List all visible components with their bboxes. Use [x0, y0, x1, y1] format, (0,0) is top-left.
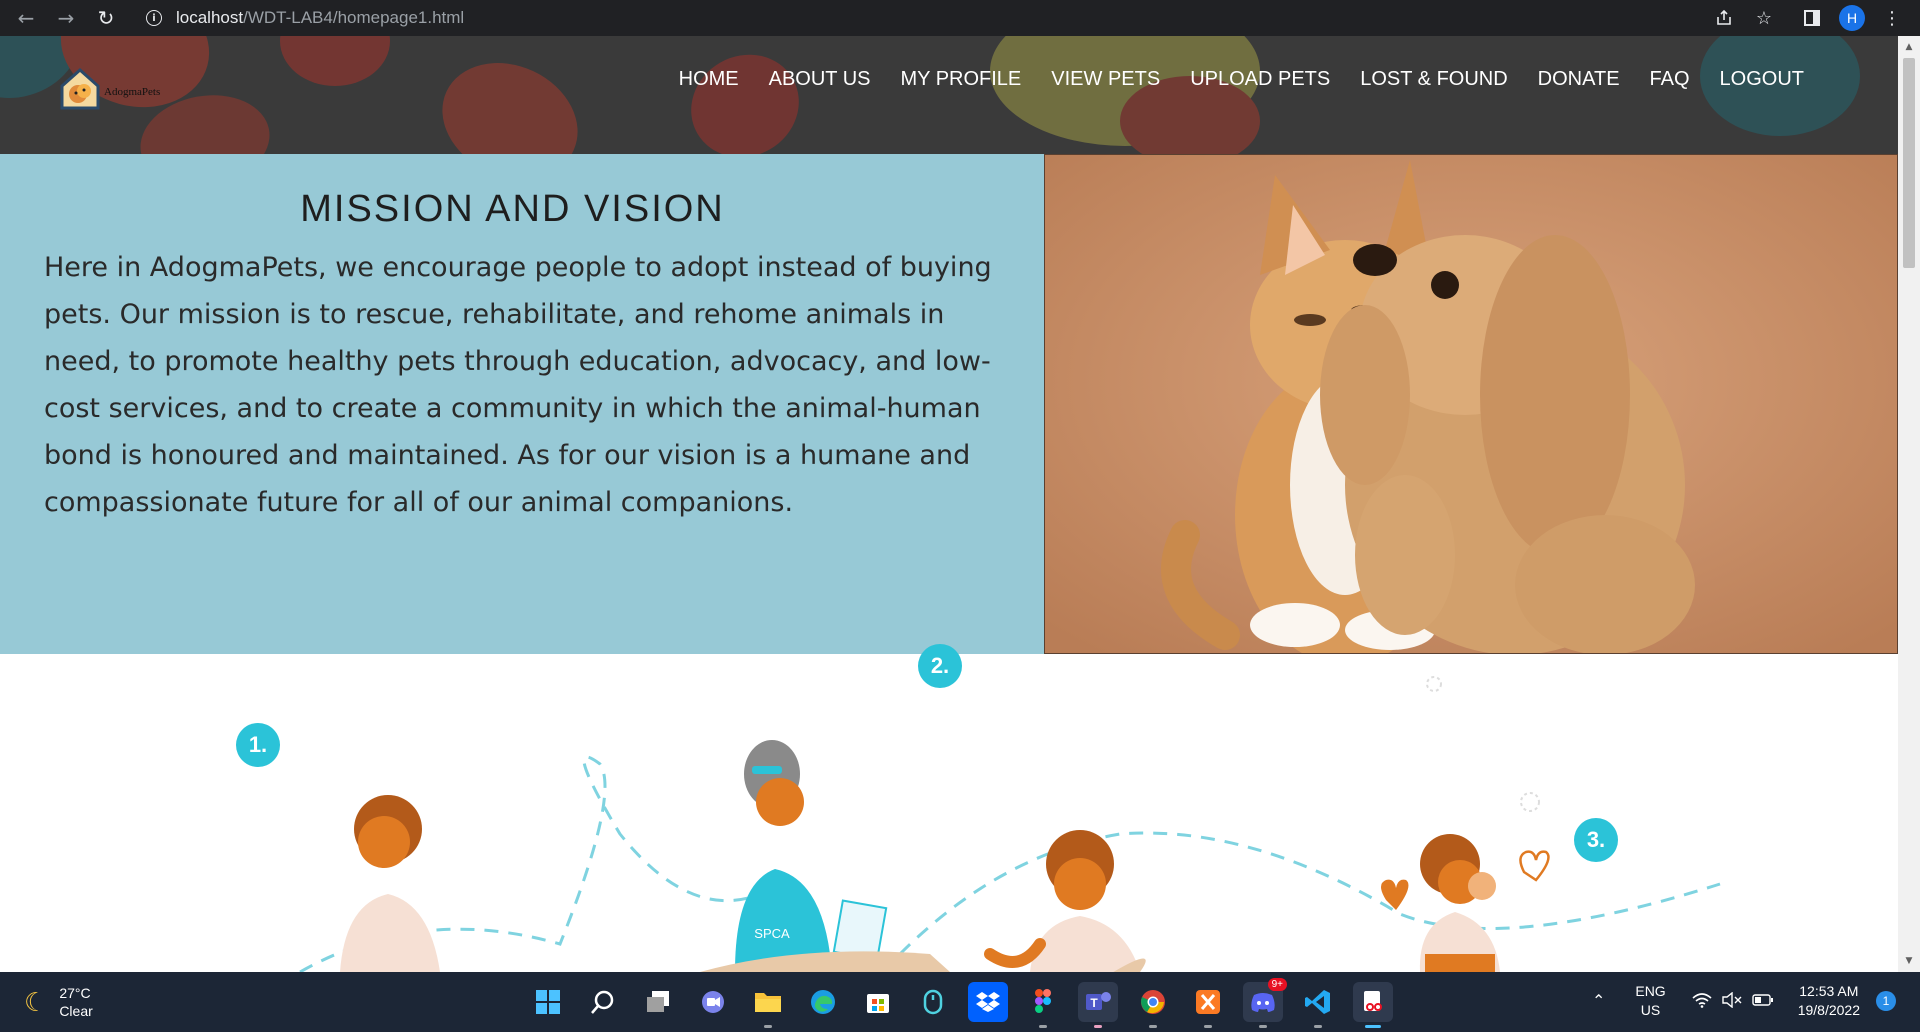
discord-icon[interactable]: 9+: [1243, 978, 1287, 1028]
svg-text:T: T: [1090, 996, 1098, 1010]
side-panel-icon[interactable]: [1800, 6, 1824, 30]
clock-time: 12:53 AM: [1799, 983, 1859, 999]
system-clock[interactable]: 12:53 AM 19/8/2022: [1798, 982, 1860, 1020]
url-host: localhost: [176, 8, 244, 27]
taskbar-apps: T 9+: [528, 978, 1393, 1028]
step-3-badge: 3.: [1574, 818, 1618, 862]
nav-faq[interactable]: FAQ: [1650, 68, 1690, 91]
browser-toolbar: ← → ↻ i localhost/WDT-LAB4/homepage1.htm…: [0, 0, 1920, 36]
profile-initial: H: [1839, 5, 1865, 31]
profile-avatar[interactable]: H: [1838, 5, 1866, 31]
search-icon[interactable]: [583, 982, 623, 1022]
start-windows-icon[interactable]: [528, 982, 568, 1022]
site-logo[interactable]: AdogmaPets: [58, 66, 160, 110]
main-nav: HOME ABOUT US MY PROFILE VIEW PETS UPLOA…: [649, 68, 1804, 91]
running-indicator: [1204, 1025, 1212, 1028]
site-info-icon[interactable]: i: [146, 10, 162, 26]
address-bar[interactable]: i localhost/WDT-LAB4/homepage1.html: [136, 4, 1696, 32]
clock-date: 19/8/2022: [1797, 1002, 1860, 1018]
site-header: AdogmaPets HOME ABOUT US MY PROFILE VIEW…: [0, 36, 1898, 154]
battery-icon[interactable]: [1752, 993, 1774, 1010]
weather-description: Clear: [59, 1003, 93, 1019]
nav-logout[interactable]: LOGOUT: [1720, 68, 1804, 91]
running-indicator: [1039, 1025, 1047, 1028]
weather-temperature: 27°C: [59, 985, 91, 1001]
windows-taskbar: ☾ 27°C Clear T 9+ ⌃ ENG US 12:53 AM 19/8…: [0, 972, 1920, 1032]
share-icon[interactable]: [1712, 6, 1736, 30]
running-indicator: [764, 1025, 772, 1028]
nav-my-profile[interactable]: MY PROFILE: [901, 68, 1022, 91]
nav-lost-found[interactable]: LOST & FOUND: [1360, 68, 1507, 91]
more-menu-icon[interactable]: ⋮: [1880, 6, 1904, 30]
mission-text: Here in AdogmaPets, we encourage people …: [44, 252, 992, 518]
scroll-thumb[interactable]: [1903, 58, 1915, 268]
figma-icon[interactable]: [1023, 982, 1063, 1028]
running-indicator: [1259, 1025, 1267, 1028]
running-indicator: [1149, 1025, 1157, 1028]
nav-upload-pets[interactable]: UPLOAD PETS: [1190, 68, 1330, 91]
step-1-badge: 1.: [236, 723, 280, 767]
microsoft-store-icon[interactable]: [858, 982, 898, 1022]
chrome-icon[interactable]: [1133, 982, 1173, 1028]
vscode-icon[interactable]: [1298, 982, 1338, 1028]
adoption-steps-illustration: SPCA 1. 2. 3.: [0, 644, 1898, 972]
scroll-down-arrow-icon[interactable]: ▼: [1904, 956, 1914, 966]
spca-shirt-label: SPCA: [754, 926, 790, 941]
reload-icon[interactable]: ↻: [94, 6, 118, 30]
bookmark-star-icon[interactable]: ☆: [1752, 6, 1776, 30]
language-indicator[interactable]: ENG US: [1635, 982, 1665, 1020]
mission-title: MISSION AND VISION: [300, 188, 725, 230]
xampp-icon[interactable]: [1188, 982, 1228, 1028]
forward-icon[interactable]: →: [54, 6, 78, 30]
running-indicator: [1314, 1025, 1322, 1028]
url-path: /WDT-LAB4/homepage1.html: [243, 8, 465, 27]
chevron-up-icon[interactable]: ⌃: [1592, 991, 1605, 1011]
teams-icon[interactable]: T: [1078, 982, 1118, 1028]
step-2-badge: 2.: [918, 644, 962, 688]
system-tray: ⌃ ENG US 12:53 AM 19/8/2022 1: [1592, 982, 1896, 1020]
dropbox-icon[interactable]: [968, 982, 1008, 1022]
page-viewport: AdogmaPets HOME ABOUT US MY PROFILE VIEW…: [0, 36, 1920, 972]
mission-section: MISSION AND VISION Here in AdogmaPets, w…: [0, 154, 1045, 654]
url-text[interactable]: localhost/WDT-LAB4/homepage1.html: [176, 8, 464, 28]
notification-badge[interactable]: 1: [1876, 991, 1896, 1011]
running-indicator: [1094, 1025, 1102, 1028]
header-overlay: [0, 36, 1898, 154]
logo-house-icon: [58, 66, 102, 110]
back-icon[interactable]: ←: [14, 6, 38, 30]
mouse-utility-icon[interactable]: [913, 982, 953, 1022]
nav-view-pets[interactable]: VIEW PETS: [1051, 68, 1160, 91]
active-indicator: [1365, 1025, 1381, 1028]
scroll-up-arrow-icon[interactable]: ▲: [1904, 42, 1914, 52]
file-explorer-icon[interactable]: [748, 982, 788, 1028]
nav-home[interactable]: HOME: [679, 68, 739, 91]
language-primary: ENG: [1635, 983, 1666, 999]
speaker-muted-icon[interactable]: [1722, 991, 1742, 1011]
snipping-tool-icon[interactable]: [1353, 982, 1393, 1028]
task-view-icon[interactable]: [638, 982, 678, 1022]
weather-widget[interactable]: ☾ 27°C Clear: [24, 984, 93, 1020]
chat-icon[interactable]: [693, 982, 733, 1022]
moon-icon: ☾: [24, 986, 48, 1017]
logo-text: AdogmaPets: [104, 86, 161, 98]
edge-browser-icon[interactable]: [803, 982, 843, 1022]
discord-badge: 9+: [1267, 978, 1287, 991]
page-scrollbar[interactable]: ▲ ▼: [1898, 36, 1920, 972]
nav-donate[interactable]: DONATE: [1538, 68, 1620, 91]
language-region: US: [1640, 1002, 1661, 1018]
kitten-puppy-photo: [1044, 154, 1898, 654]
nav-about-us[interactable]: ABOUT US: [769, 68, 871, 91]
wifi-icon[interactable]: [1692, 992, 1712, 1011]
